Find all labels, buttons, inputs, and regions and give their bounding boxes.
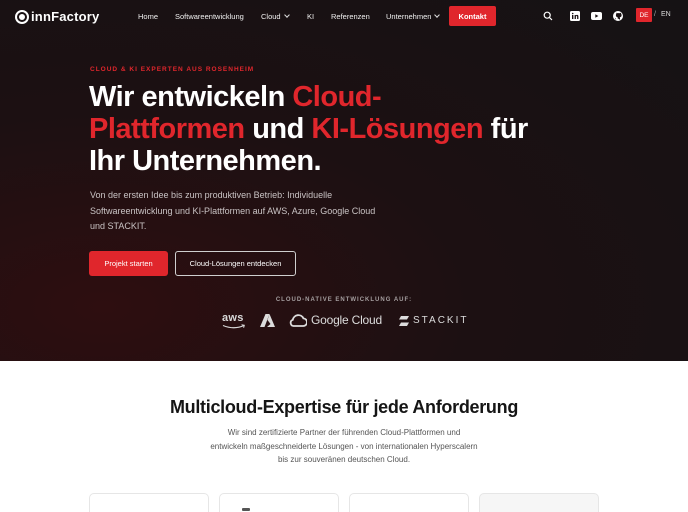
aws-wordmark: aws xyxy=(222,312,244,324)
search-icon[interactable] xyxy=(542,10,553,21)
nav-item-home[interactable]: Home xyxy=(138,12,158,21)
stackit-wordmark: STACKIT xyxy=(413,315,469,326)
linkedin-icon[interactable] xyxy=(569,10,580,21)
multicloud-section: Multicloud-Expertise für jede Anforderun… xyxy=(0,361,688,512)
nav-item-ki[interactable]: KI xyxy=(307,12,314,21)
chevron-down-icon xyxy=(434,12,441,18)
stackit-icon xyxy=(399,315,409,326)
azure-icon xyxy=(260,314,275,327)
discover-cloud-solutions-button[interactable]: Cloud-Lösungen entdecken xyxy=(175,251,296,276)
google-cloud-icon xyxy=(289,314,307,327)
brand-name: innFactory xyxy=(31,9,100,24)
card-icon xyxy=(242,508,250,511)
top-navigation: innFactory Home Softwareentwicklung Clou… xyxy=(0,0,688,32)
start-project-button[interactable]: Projekt starten xyxy=(89,251,168,276)
contact-button[interactable]: Kontakt xyxy=(449,6,496,26)
stackit-logo: STACKIT xyxy=(399,315,468,326)
cloud-card[interactable] xyxy=(349,493,469,512)
cloud-card[interactable] xyxy=(479,493,599,512)
google-cloud-logo: Google Cloud xyxy=(289,313,382,327)
hero-section: innFactory Home Softwareentwicklung Clou… xyxy=(0,0,688,361)
cloud-card[interactable] xyxy=(219,493,339,512)
github-icon[interactable] xyxy=(612,10,623,21)
cloud-native-caption: CLOUD-NATIVE ENTWICKLUNG AUF: xyxy=(275,297,413,303)
aws-logo: aws xyxy=(222,312,246,330)
azure-logo xyxy=(260,314,275,327)
cloud-card[interactable] xyxy=(89,493,209,512)
nav-item-softwareentwicklung[interactable]: Softwareentwicklung xyxy=(175,12,244,21)
language-de-button[interactable]: DE xyxy=(636,8,652,22)
chevron-down-icon xyxy=(283,12,290,18)
youtube-icon[interactable] xyxy=(591,10,602,21)
headline-highlight-ki: KI-Lösungen xyxy=(311,113,484,145)
nav-item-unternehmen-label: Unternehmen xyxy=(386,12,432,21)
brand-logo[interactable]: innFactory xyxy=(15,9,99,24)
nav-item-unternehmen[interactable]: Unternehmen xyxy=(386,12,441,21)
section-description: Wir sind zertifizierte Partner der führe… xyxy=(210,428,478,464)
aws-smile-icon xyxy=(222,324,245,329)
nav-item-cloud[interactable]: Cloud xyxy=(261,12,290,21)
headline-part-2: und xyxy=(244,113,312,145)
headline-part-1: Wir entwickeln xyxy=(89,81,293,113)
nav-item-referenzen[interactable]: Referenzen xyxy=(331,12,370,21)
logo-icon xyxy=(15,9,29,24)
google-cloud-wordmark: Google Cloud xyxy=(311,313,382,327)
hero-eyebrow: CLOUD & KI EXPERTEN AUS ROSENHEIM xyxy=(90,66,255,73)
language-en-button[interactable]: EN xyxy=(661,11,671,18)
nav-item-cloud-label: Cloud xyxy=(261,12,281,21)
section-title: Multicloud-Expertise für jede Anforderun… xyxy=(169,397,519,417)
language-separator: / xyxy=(654,11,656,18)
hero-subtext: Von der ersten Idee bis zum produktiven … xyxy=(90,190,376,231)
hero-headline: Wir entwickeln Cloud-Plattformen und KI-… xyxy=(89,81,529,177)
